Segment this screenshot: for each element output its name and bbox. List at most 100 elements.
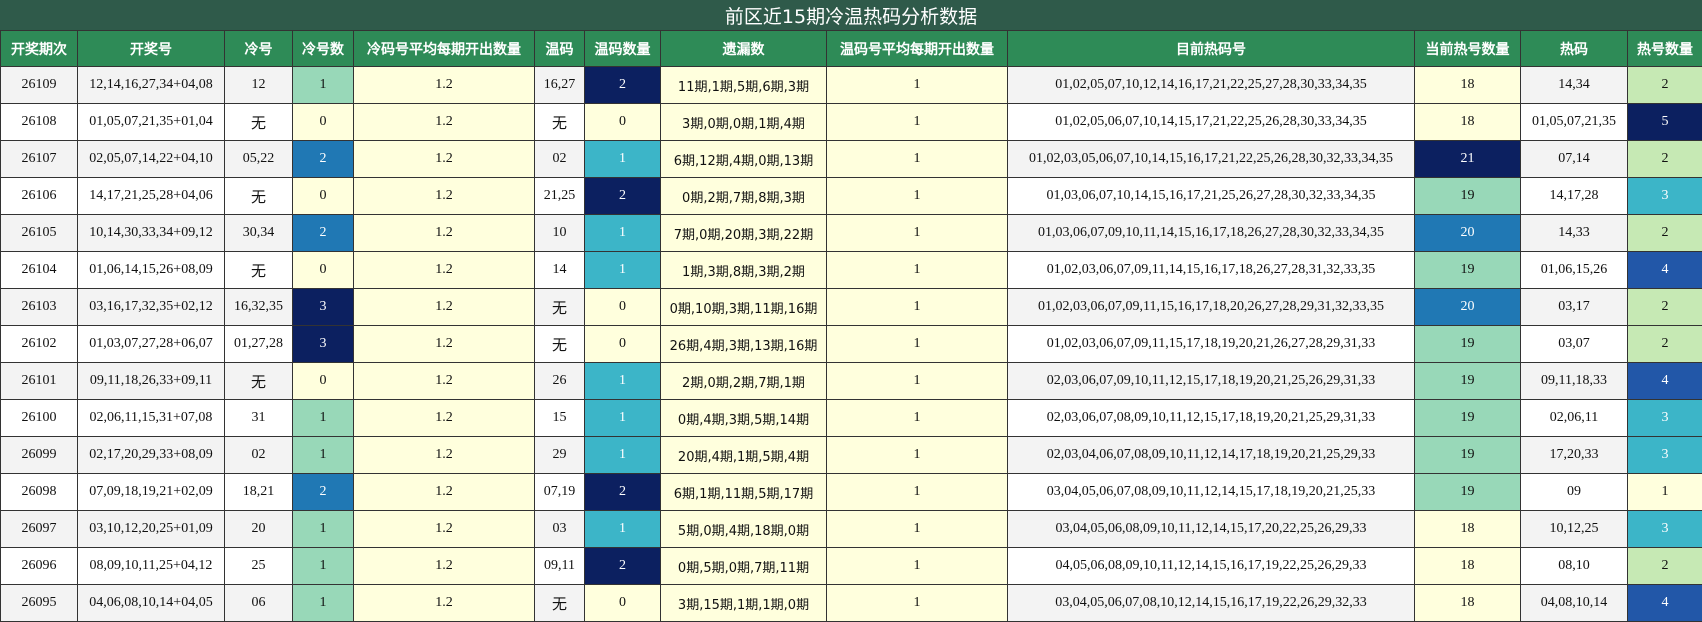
header-warm: 温码	[534, 30, 585, 67]
cell-hot-count: 5	[1627, 103, 1702, 141]
cell-cold-avg: 1.2	[353, 399, 535, 437]
analysis-table: 开奖期次 开奖号 冷号 冷号数 冷码号平均每期开出数量 温码 温码数量 遗漏数 …	[0, 30, 1702, 622]
cell-hot: 08,10	[1520, 547, 1628, 585]
cell-period: 26102	[0, 325, 78, 363]
cell-warm-count: 1	[584, 251, 661, 289]
cell-cold-avg: 1.2	[353, 251, 535, 289]
cell-cold: 无	[224, 362, 293, 400]
cell-missing: 20期,4期,1期,5期,4期	[660, 436, 827, 474]
cell-cold-count: 0	[292, 103, 354, 141]
cell-missing: 6期,12期,4期,0期,13期	[660, 140, 827, 178]
cell-hot-now: 02,03,06,07,09,10,11,12,15,17,18,19,20,2…	[1007, 362, 1415, 400]
cell-hot-count: 2	[1627, 66, 1702, 104]
cell-hot: 09	[1520, 473, 1628, 511]
cell-period: 26106	[0, 177, 78, 215]
cell-numbers: 12,14,16,27,34+04,08	[77, 66, 225, 104]
cell-hot-count: 4	[1627, 584, 1702, 622]
cell-cold-count: 2	[292, 473, 354, 511]
cell-cold: 30,34	[224, 214, 293, 252]
header-hot-now-count: 当前热号数量	[1414, 30, 1521, 67]
cell-warm-count: 0	[584, 584, 661, 622]
cell-cold-count: 3	[292, 325, 354, 363]
cell-numbers: 01,06,14,15,26+08,09	[77, 251, 225, 289]
cell-warm-count: 2	[584, 66, 661, 104]
cell-warm-avg: 1	[826, 177, 1008, 215]
cell-cold-count: 0	[292, 177, 354, 215]
cell-cold-avg: 1.2	[353, 436, 535, 474]
cell-missing: 0期,5期,0期,7期,11期	[660, 547, 827, 585]
cell-cold-count: 0	[292, 362, 354, 400]
cell-warm: 无	[534, 584, 585, 622]
cell-hot-count: 4	[1627, 251, 1702, 289]
cell-numbers: 01,03,07,27,28+06,07	[77, 325, 225, 363]
cell-missing: 26期,4期,3期,13期,16期	[660, 325, 827, 363]
cell-hot: 07,14	[1520, 140, 1628, 178]
cell-hot: 17,20,33	[1520, 436, 1628, 474]
cell-period: 26095	[0, 584, 78, 622]
cell-warm: 07,19	[534, 473, 585, 511]
cell-cold-count: 1	[292, 547, 354, 585]
cell-cold-count: 2	[292, 214, 354, 252]
table-row: 26109 12,14,16,27,34+04,08 12 1 1.2 16,27 2 11期…	[0, 66, 1702, 104]
cell-hot-now-count: 20	[1414, 288, 1521, 326]
cell-numbers: 04,06,08,10,14+04,05	[77, 584, 225, 622]
cell-cold-count: 1	[292, 66, 354, 104]
cell-hot: 03,07	[1520, 325, 1628, 363]
cell-hot: 04,08,10,14	[1520, 584, 1628, 622]
table-row: 26108 01,05,07,21,35+01,04 无 0 1.2 无 0 3期,0期,0期…	[0, 103, 1702, 141]
cell-warm: 10	[534, 214, 585, 252]
cell-warm: 15	[534, 399, 585, 437]
cell-hot-now-count: 19	[1414, 436, 1521, 474]
cell-cold-avg: 1.2	[353, 473, 535, 511]
cell-hot-count: 2	[1627, 140, 1702, 178]
table-row: 26099 02,17,20,29,33+08,09 02 1 1.2 29 1 20期,4期…	[0, 436, 1702, 474]
table-row: 26104 01,06,14,15,26+08,09 无 0 1.2 14 1 1期,3期,8…	[0, 251, 1702, 289]
cell-missing: 0期,2期,7期,8期,3期	[660, 177, 827, 215]
cell-cold-count: 0	[292, 251, 354, 289]
cell-hot-now-count: 19	[1414, 399, 1521, 437]
cell-cold-count: 2	[292, 140, 354, 178]
cell-numbers: 14,17,21,25,28+04,06	[77, 177, 225, 215]
cell-cold-avg: 1.2	[353, 177, 535, 215]
cell-numbers: 02,05,07,14,22+04,10	[77, 140, 225, 178]
cell-hot-now: 01,03,06,07,09,10,11,14,15,16,17,18,26,2…	[1007, 214, 1415, 252]
cell-hot-now-count: 18	[1414, 584, 1521, 622]
cell-warm-count: 1	[584, 510, 661, 548]
table-body: 26109 12,14,16,27,34+04,08 12 1 1.2 16,27 2 11期…	[0, 66, 1702, 622]
cell-warm-count: 1	[584, 399, 661, 437]
cell-hot-count: 2	[1627, 288, 1702, 326]
cell-hot: 03,17	[1520, 288, 1628, 326]
cell-period: 26108	[0, 103, 78, 141]
cell-cold-avg: 1.2	[353, 584, 535, 622]
cell-numbers: 07,09,18,19,21+02,09	[77, 473, 225, 511]
cell-warm-avg: 1	[826, 399, 1008, 437]
table-row: 26107 02,05,07,14,22+04,10 05,22 2 1.2 02 1 6期,…	[0, 140, 1702, 178]
table-row: 26105 10,14,30,33,34+09,12 30,34 2 1.2 10 1 7期,…	[0, 214, 1702, 252]
cell-numbers: 08,09,10,11,25+04,12	[77, 547, 225, 585]
cell-hot: 01,06,15,26	[1520, 251, 1628, 289]
cell-hot-now-count: 18	[1414, 66, 1521, 104]
table-row: 26096 08,09,10,11,25+04,12 25 1 1.2 09,11 2 0期,…	[0, 547, 1702, 585]
cell-warm-avg: 1	[826, 325, 1008, 363]
cell-warm-avg: 1	[826, 140, 1008, 178]
cell-cold-avg: 1.2	[353, 66, 535, 104]
cell-missing: 3期,15期,1期,1期,0期	[660, 584, 827, 622]
cell-hot-now-count: 19	[1414, 362, 1521, 400]
cell-cold-avg: 1.2	[353, 362, 535, 400]
cell-hot: 14,34	[1520, 66, 1628, 104]
table-row: 26100 02,06,11,15,31+07,08 31 1 1.2 15 1 0期,4期,…	[0, 399, 1702, 437]
cell-cold: 12	[224, 66, 293, 104]
cell-hot-now: 01,02,03,06,07,09,11,15,17,18,19,20,21,2…	[1007, 325, 1415, 363]
table-row: 26097 03,10,12,20,25+01,09 20 1 1.2 03 1 5期,0期,…	[0, 510, 1702, 548]
cell-warm-count: 0	[584, 103, 661, 141]
cell-period: 26103	[0, 288, 78, 326]
cell-warm: 02	[534, 140, 585, 178]
cell-cold-count: 1	[292, 436, 354, 474]
cell-numbers: 10,14,30,33,34+09,12	[77, 214, 225, 252]
cell-hot-count: 2	[1627, 214, 1702, 252]
cell-hot-now-count: 19	[1414, 325, 1521, 363]
cell-warm-count: 2	[584, 177, 661, 215]
cell-warm-count: 2	[584, 547, 661, 585]
cell-missing: 3期,0期,0期,1期,4期	[660, 103, 827, 141]
cell-period: 26100	[0, 399, 78, 437]
